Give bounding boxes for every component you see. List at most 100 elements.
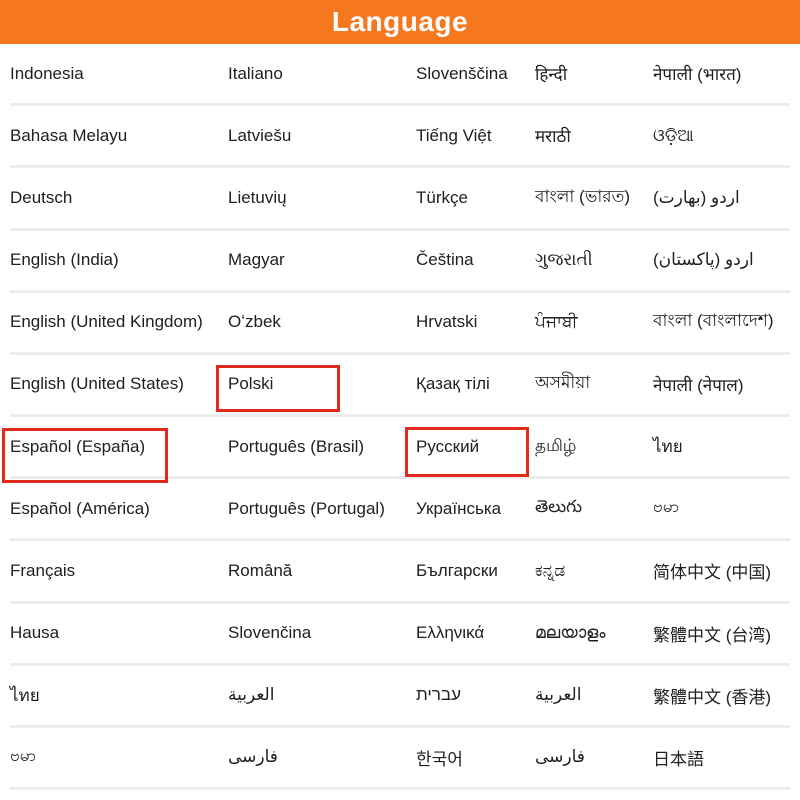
language-row: Español (España) Português (Brasil) Русски… [10, 417, 790, 479]
language-item-label: Español (España) [10, 437, 145, 457]
language-row: ဗမာفارسی한국어فارسی日本語 [10, 728, 790, 790]
language-item[interactable]: ไทย [10, 666, 228, 725]
language-item[interactable]: Čeština [416, 231, 535, 290]
language-item-label: 繁體中文 (台湾) [653, 621, 771, 646]
language-item[interactable]: বাংলা (বাংলাদেশ) [653, 293, 790, 352]
language-item[interactable]: English (United States) [10, 355, 228, 414]
language-item[interactable]: Tiếng Việt [416, 106, 535, 165]
language-item[interactable]: ಕನ್ನಡ [535, 541, 653, 600]
language-item[interactable]: Türkçe [416, 168, 535, 227]
language-item[interactable]: தமிழ் [535, 417, 653, 476]
language-item[interactable]: فارسی [535, 728, 653, 787]
language-item-label: বাংলা (ভারত) [535, 184, 630, 212]
language-item-label: தமிழ் [535, 436, 577, 458]
language-item[interactable]: Slovenčina [228, 604, 416, 663]
language-item-label: ગુજરાતી [535, 250, 593, 270]
language-item[interactable]: ગુજરાતી [535, 231, 653, 290]
language-item-label: অসমীয়া [535, 370, 590, 398]
language-item[interactable]: Deutsch [10, 168, 228, 227]
language-item-label: English (United Kingdom) [10, 312, 203, 332]
language-item[interactable]: Italiano [228, 44, 416, 103]
language-item[interactable]: Українська [416, 479, 535, 538]
language-row: English (India) Magyar Češtinaગુજરાતી اردو … [10, 231, 790, 293]
language-item[interactable]: Français [10, 541, 228, 600]
language-item[interactable]: اردو (پاکستان) [653, 231, 790, 290]
language-item[interactable]: 简体中文 (中国) [653, 541, 790, 600]
language-item[interactable]: Română [228, 541, 416, 600]
language-item[interactable]: Slovenščina [416, 44, 535, 103]
language-item[interactable]: 繁體中文 (香港) [653, 666, 790, 725]
language-item[interactable]: ไทย [653, 417, 790, 476]
language-item[interactable]: Hausa [10, 604, 228, 663]
page-title: Language [332, 6, 468, 38]
language-item[interactable]: Oʻzbek [228, 293, 416, 352]
language-item[interactable]: فارسی [228, 728, 416, 787]
language-item[interactable]: עברית [416, 666, 535, 725]
header-bar: Language [0, 0, 800, 44]
language-row: ไทยالعربيةעבריתالعربية繁體中文 (香港) [10, 666, 790, 728]
language-row: Français Română Български ಕನ್ನಡ简体中文 (中国) [10, 541, 790, 603]
language-item-label: ไทย [653, 433, 683, 460]
language-item-label: עברית [416, 685, 461, 705]
language-item[interactable]: తెలుగు [535, 479, 653, 538]
language-item[interactable]: 한국어 [416, 728, 535, 787]
language-item[interactable]: English (India) [10, 231, 228, 290]
language-item[interactable]: नेपाली (भारत) [653, 44, 790, 103]
language-item[interactable]: Português (Brasil) [228, 417, 416, 476]
language-item-label: اردو (بھارت) [653, 188, 740, 208]
language-item[interactable]: ଓଡ଼ିଆ [653, 106, 790, 165]
language-item[interactable]: অসমীয়া [535, 355, 653, 414]
language-item-label: 繁體中文 (香港) [653, 683, 771, 708]
language-item[interactable]: Português (Portugal) [228, 479, 416, 538]
language-item[interactable]: नेपाली (नेपाल) [653, 355, 790, 414]
language-item[interactable]: ဗမာ [10, 728, 228, 787]
language-item[interactable]: मराठी [535, 106, 653, 165]
language-item[interactable]: Español (América) [10, 479, 228, 538]
language-item-label: ဗမာ [10, 745, 36, 770]
language-item[interactable]: ဗမာ [653, 479, 790, 538]
language-item-label: English (India) [10, 250, 119, 270]
language-item-label: Français [10, 561, 75, 581]
language-item[interactable]: Қазақ тілі [416, 355, 535, 414]
language-item[interactable]: العربية [535, 666, 653, 725]
language-row: IndonesiaItalianoSlovenščinaहिन्दी नेपाली… [10, 44, 790, 106]
language-row: Español (América)Português (Portugal) Укр… [10, 479, 790, 541]
language-item[interactable]: اردو (بھارت) [653, 168, 790, 227]
language-row: English (United States)PolskiҚазақ тілі অ… [10, 355, 790, 417]
language-item-label: Português (Brasil) [228, 437, 364, 457]
language-item[interactable]: Indonesia [10, 44, 228, 103]
language-item[interactable]: Ελληνικά [416, 604, 535, 663]
language-item[interactable]: हिन्दी [535, 44, 653, 103]
language-item-label: Български [416, 561, 498, 581]
language-item[interactable]: Bahasa Melayu [10, 106, 228, 165]
language-row: Bahasa Melayu LatviešuTiếng Việtमराठी ଓଡ଼ି… [10, 106, 790, 168]
language-item-label: فارسی [228, 747, 278, 767]
language-item[interactable]: Lietuvių [228, 168, 416, 227]
language-item[interactable]: 日本語 [653, 728, 790, 787]
language-item[interactable]: Hrvatski [416, 293, 535, 352]
language-item-label: বাংলা (বাংলাদেশ) [653, 308, 773, 336]
language-item[interactable]: Magyar [228, 231, 416, 290]
language-item[interactable]: 繁體中文 (台湾) [653, 604, 790, 663]
language-item[interactable]: ਪੰਜਾਬੀ [535, 293, 653, 352]
language-item-label: Română [228, 561, 292, 581]
language-item-label: Ελληνικά [416, 623, 484, 643]
language-item-label: Қазақ тілі [416, 374, 490, 394]
language-item-label: Bahasa Melayu [10, 126, 127, 146]
language-item[interactable]: Русский [416, 417, 535, 476]
language-item[interactable]: Български [416, 541, 535, 600]
language-item-label: मराठी [535, 124, 571, 147]
language-item[interactable]: العربية [228, 666, 416, 725]
language-item-label: Português (Portugal) [228, 499, 385, 519]
language-item[interactable]: বাংলা (ভারত) [535, 168, 653, 227]
language-item[interactable]: മലയാളം [535, 604, 653, 663]
language-item[interactable]: Polski [228, 355, 416, 414]
language-item-label: ဗမာ [653, 496, 679, 521]
language-item-label: Hausa [10, 623, 59, 643]
language-item-label: Magyar [228, 250, 285, 270]
language-item-label: हिन्दी [535, 62, 567, 85]
language-item[interactable]: Español (España) [10, 417, 228, 476]
language-item[interactable]: Latviešu [228, 106, 416, 165]
language-row: DeutschLietuviųTürkçeবাংলা (ভারত) اردو (ب… [10, 168, 790, 230]
language-item[interactable]: English (United Kingdom) [10, 293, 228, 352]
